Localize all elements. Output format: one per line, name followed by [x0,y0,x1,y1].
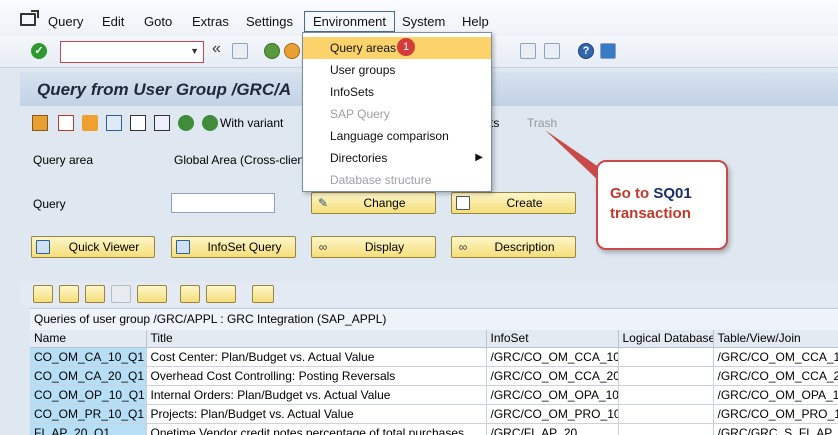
callout-line2: transaction [610,205,691,222]
menu-item-directories[interactable]: Directories ▶ [303,147,491,169]
environment-menu: Query areas User groups InfoSets SAP Que… [302,32,492,192]
menu-item-database-structure: Database structure [330,173,432,187]
callout-prefix: Go to [610,185,654,202]
menu-item-infosets[interactable]: InfoSets [303,81,491,103]
menu-item-sap-query: SAP Query [330,107,390,121]
callout-transaction-code: SQ01 [653,185,692,202]
step-number-badge: 1 [397,38,415,56]
callout-box: Go to SQ01 transaction [596,160,728,250]
menu-item-directories-label: Directories [330,151,388,165]
menu-item-user-groups[interactable]: User groups [303,59,491,81]
submenu-arrow-icon: ▶ [475,152,483,163]
menu-item-language-comparison[interactable]: Language comparison [303,125,491,147]
